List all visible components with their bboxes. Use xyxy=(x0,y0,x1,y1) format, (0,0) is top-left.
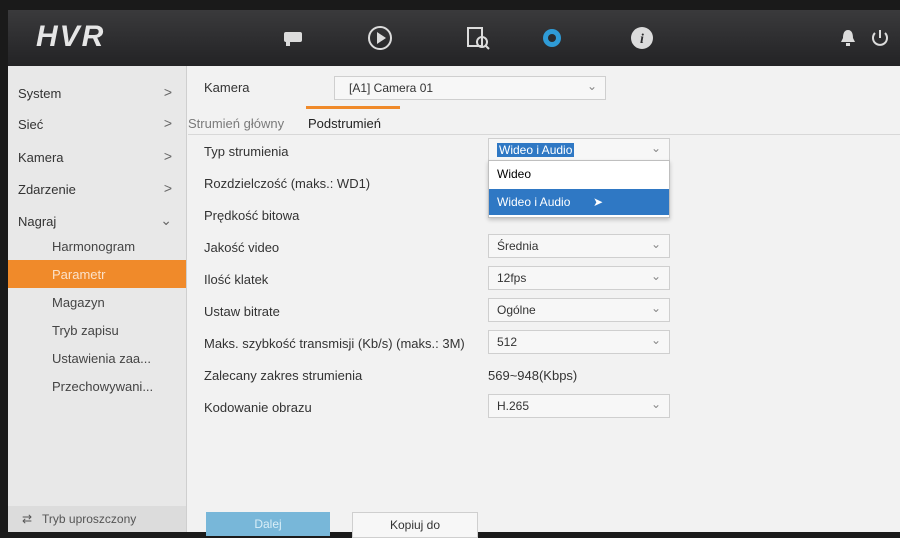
chevron-down-icon: ⌄ xyxy=(650,141,661,155)
copy-to-button[interactable]: Kopiuj do xyxy=(352,512,478,538)
top-bar: HVR i xyxy=(8,10,900,67)
simple-mode-button[interactable]: ⇄ Tryb uproszczony xyxy=(8,506,186,532)
stream-type-dropdown: Wideo Wideo i Audio ➤ xyxy=(488,160,670,218)
camera-select[interactable]: [A1] Camera 01 ⌄ xyxy=(334,76,606,100)
resolution-label: Rozdzielczość (maks.: WD1) xyxy=(204,176,371,191)
dvr-screen: HVR i System > Sieć > Kamera > Zdarzenie… xyxy=(0,0,900,538)
chevron-down-icon: ⌄ xyxy=(650,269,661,283)
settings-panel: System > Sieć > Kamera > Zdarzenie > Nag… xyxy=(8,66,900,538)
bitrate-mode-select[interactable]: Ogólne ⌄ xyxy=(488,298,670,322)
chevron-down-icon: ⌄ xyxy=(586,79,597,93)
chevron-down-icon: ⌄ xyxy=(650,301,661,315)
logo: HVR xyxy=(36,20,106,53)
video-quality-select[interactable]: Średnia ⌄ xyxy=(488,234,670,258)
info-icon[interactable]: i xyxy=(628,24,656,52)
option-video[interactable]: Wideo xyxy=(489,161,669,187)
search-icon[interactable] xyxy=(464,24,492,52)
chevron-right-icon: > xyxy=(163,180,172,196)
frame-rate-label: Ilość klatek xyxy=(204,272,269,287)
alarm-icon[interactable] xyxy=(834,24,862,52)
max-bitrate-select[interactable]: 512 ⌄ xyxy=(488,330,670,354)
chevron-right-icon: > xyxy=(163,115,172,131)
stream-type-select[interactable]: Wideo i Audio ⌄ xyxy=(488,138,670,162)
chevron-down-icon: ⌄ xyxy=(650,237,661,251)
bitrate-mode-label: Ustaw bitrate xyxy=(204,304,280,319)
next-button[interactable]: Dalej xyxy=(206,512,330,536)
sidebar-subitem-retention[interactable]: Przechowywani... xyxy=(8,372,186,400)
chevron-down-icon: ⌄ xyxy=(160,212,172,228)
sidebar-item-system[interactable]: System > xyxy=(8,78,186,108)
stream-type-label: Typ strumienia xyxy=(204,144,289,159)
sidebar-subitem-record-mode[interactable]: Tryb zapisu xyxy=(8,316,186,344)
swap-icon: ⇄ xyxy=(22,512,33,526)
camera-icon[interactable] xyxy=(280,24,308,52)
video-quality-label: Jakość video xyxy=(204,240,280,255)
stream-tabs: Strumień główny Podstrumień xyxy=(188,106,900,135)
sidebar-subitem-advanced[interactable]: Ustawienia zaa... xyxy=(8,344,186,372)
playback-icon[interactable] xyxy=(366,24,394,52)
chevron-right-icon: > xyxy=(163,84,172,100)
sidebar-item-camera[interactable]: Kamera > xyxy=(8,142,186,172)
bitrate-type-label: Prędkość bitowa xyxy=(204,208,300,223)
video-encoding-label: Kodowanie obrazu xyxy=(204,400,312,415)
tab-main-stream[interactable]: Strumień główny xyxy=(188,116,284,131)
video-encoding-select[interactable]: H.265 ⌄ xyxy=(488,394,670,418)
frame-rate-select[interactable]: 12fps ⌄ xyxy=(488,266,670,290)
sidebar: System > Sieć > Kamera > Zdarzenie > Nag… xyxy=(8,66,187,532)
sidebar-subitem-storage[interactable]: Magazyn xyxy=(8,288,186,316)
chevron-down-icon: ⌄ xyxy=(650,397,661,411)
max-bitrate-label: Maks. szybkość transmisji (Kb/s) (maks.:… xyxy=(204,336,465,351)
power-icon[interactable] xyxy=(866,24,894,52)
sidebar-subitem-schedule[interactable]: Harmonogram xyxy=(8,232,186,260)
recommended-range-value: 569~948(Kbps) xyxy=(488,368,578,383)
tab-substream[interactable]: Podstrumień xyxy=(308,116,381,131)
recommended-range-label: Zalecany zakres strumienia xyxy=(204,368,363,383)
active-tab-indicator xyxy=(306,106,400,109)
svg-text:i: i xyxy=(640,32,644,47)
main-content: Kamera [A1] Camera 01 ⌄ Strumień główny … xyxy=(188,66,900,538)
camera-label: Kamera xyxy=(204,80,250,95)
chevron-right-icon: > xyxy=(163,148,172,164)
option-video-audio[interactable]: Wideo i Audio ➤ xyxy=(489,189,669,215)
sidebar-subitem-parameter[interactable]: Parametr xyxy=(8,260,186,288)
sidebar-item-event[interactable]: Zdarzenie > xyxy=(8,174,186,204)
chevron-down-icon: ⌄ xyxy=(650,333,661,347)
cursor-icon: ➤ xyxy=(593,195,604,209)
settings-icon[interactable] xyxy=(538,24,566,52)
sidebar-item-network[interactable]: Sieć > xyxy=(8,109,186,139)
